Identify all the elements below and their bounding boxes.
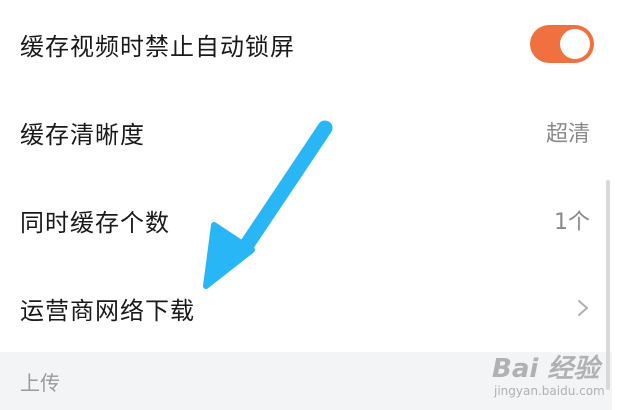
row-lock-screen-setting[interactable]: 缓存视频时禁止自动锁屏 (0, 0, 612, 88)
section-title: 上传 (20, 370, 60, 395)
watermark-main: Bai 经验 (492, 354, 600, 384)
row-label: 同时缓存个数 (20, 208, 170, 237)
lock-screen-toggle[interactable] (530, 25, 594, 63)
watermark-sub: jingyan.baidu.com (494, 384, 605, 398)
row-value: 超清 (545, 122, 590, 147)
toggle-knob (560, 29, 590, 59)
baidu-jingyan-watermark: Bai 经验 jingyan.baidu.com (492, 344, 632, 404)
row-cache-quality[interactable]: 缓存清晰度 超清 (0, 88, 612, 176)
row-label: 缓存清晰度 (20, 120, 145, 149)
row-concurrent-downloads[interactable]: 同时缓存个数 1个 (0, 176, 612, 264)
row-label: 缓存视频时禁止自动锁屏 (20, 32, 295, 61)
row-label: 运营商网络下载 (20, 296, 195, 325)
row-carrier-network-download[interactable]: 运营商网络下载 (0, 264, 612, 352)
chevron-right-icon (578, 300, 588, 316)
row-value: 1个 (554, 210, 590, 235)
